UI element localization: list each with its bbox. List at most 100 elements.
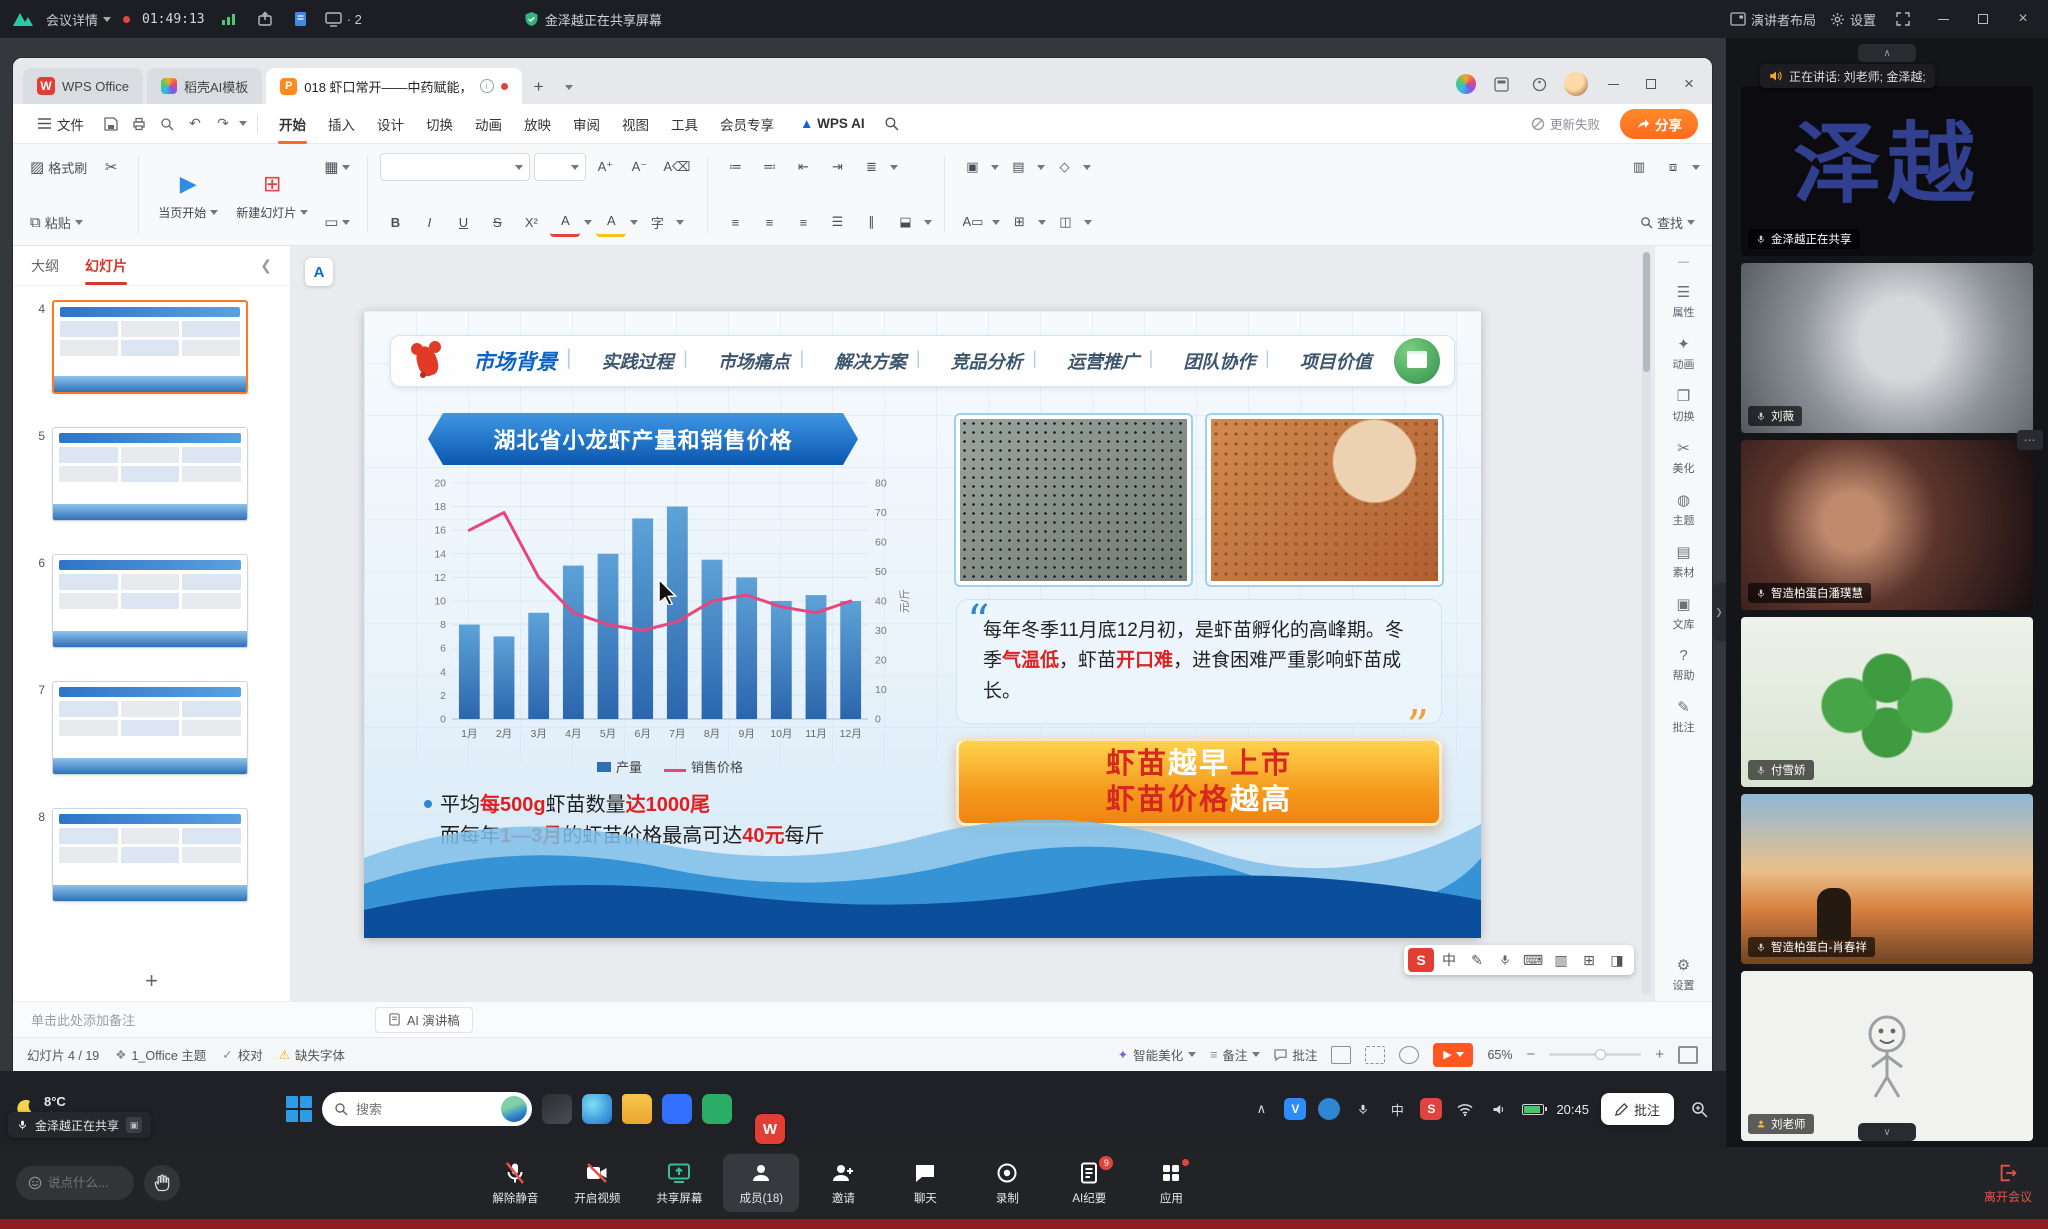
sidebar-item-0[interactable]: ☰属性 <box>1673 283 1695 320</box>
sidebar-item-settings[interactable]: ⚙设置 <box>1673 956 1695 993</box>
insert-table-button[interactable]: ⊞ <box>1004 207 1034 237</box>
italic-button[interactable]: I <box>414 207 444 237</box>
wps-restore-button[interactable] <box>1638 72 1664 96</box>
meeting-tray-icon[interactable]: V <box>1284 1098 1306 1120</box>
cut-button[interactable]: ✂ <box>96 152 126 182</box>
decrease-font-button[interactable]: A⁻ <box>624 152 654 182</box>
taskbar-app-folder[interactable] <box>622 1094 652 1124</box>
zoom-level[interactable]: 65% <box>1487 1048 1512 1062</box>
annotate-pill-button[interactable]: 批注 <box>1601 1093 1674 1125</box>
layout-button[interactable]: 演讲者布局 <box>1730 10 1816 29</box>
insert-shape-button[interactable]: ◇ <box>1049 152 1079 182</box>
tray-mic-icon[interactable] <box>1352 1098 1374 1120</box>
menu-wps-ai[interactable]: ▲ WPS AI <box>789 110 876 137</box>
participant-tile-3[interactable]: 付雪娇 <box>1741 617 2033 787</box>
print-icon[interactable] <box>127 112 151 136</box>
panel-scroll-down-button[interactable]: ∨ <box>1858 1123 1916 1141</box>
editing-canvas[interactable]: A 市场背景实践过程市场痛点解决方案竞品分析运营推广团队协作项目价值 湖北省小龙… <box>291 246 1654 1001</box>
keyboard-icon[interactable]: ⌨ <box>1520 948 1546 972</box>
slide-layout-button[interactable]: ▦ <box>319 152 355 182</box>
text-effect-button[interactable]: 字 <box>642 207 672 237</box>
slide-thumbnail[interactable] <box>52 554 248 648</box>
grid-icon[interactable]: ⊞ <box>1576 948 1602 972</box>
format-painter-button[interactable]: ▨格式刷 <box>25 152 92 182</box>
zoom-in-button[interactable]: + <box>1655 1046 1664 1063</box>
taskbar-app-photos[interactable] <box>542 1094 572 1124</box>
meeting-button-chat[interactable]: 聊天 <box>887 1154 963 1212</box>
close-button[interactable]: × <box>2010 8 2036 30</box>
slide-thumbnail[interactable] <box>52 300 248 394</box>
tab-list-button[interactable] <box>556 74 582 100</box>
menu-item-1[interactable]: 插入 <box>317 108 366 140</box>
slide-thumbnail[interactable] <box>52 427 248 521</box>
line-spacing-button[interactable]: ≣ <box>856 152 886 182</box>
slide-thumbnail-row[interactable]: 5 <box>23 427 280 521</box>
panel-collapse-icon[interactable]: ❮ <box>260 257 272 274</box>
slide-thumbnail-row[interactable]: 6 <box>23 554 280 648</box>
slide-thumbnail-row[interactable]: 7 <box>23 681 280 775</box>
assistant-tray-icon[interactable] <box>1318 1098 1340 1120</box>
clear-format-button[interactable]: A⌫ <box>658 152 695 182</box>
ribbon-search-icon[interactable] <box>880 112 904 136</box>
fullscreen-button[interactable] <box>1890 8 1916 30</box>
volume-icon[interactable] <box>1488 1098 1510 1120</box>
sidebar-item-4[interactable]: ◍主题 <box>1673 491 1695 528</box>
scrollbar-thumb[interactable] <box>1643 252 1650 372</box>
sidebar-item-5[interactable]: ▤素材 <box>1673 543 1695 580</box>
paste-button[interactable]: ⧉粘贴 <box>25 207 88 237</box>
magnifier-icon[interactable] <box>1686 1096 1712 1122</box>
meeting-button-mic-muted[interactable]: 解除静音 <box>477 1154 553 1212</box>
new-slide-button[interactable]: ⊞新建幻灯片 <box>235 152 309 237</box>
font-color-button[interactable]: A <box>550 207 580 237</box>
sidebar-item-6[interactable]: ▣文库 <box>1673 595 1695 632</box>
ai-colorful-icon[interactable] <box>1456 74 1476 94</box>
pen-icon[interactable]: ✎ <box>1464 948 1490 972</box>
taskbar-app-edge[interactable] <box>582 1094 612 1124</box>
ime-lang-icon[interactable]: 中 <box>1436 948 1462 972</box>
settings-button[interactable]: 设置 <box>1830 10 1876 29</box>
search-daily-image[interactable] <box>501 1096 527 1122</box>
meeting-button-camera-muted[interactable]: 开启视频 <box>559 1154 635 1212</box>
align-left-button[interactable]: ≡ <box>720 207 750 237</box>
meeting-button-ai-notes[interactable]: AI纪要9 <box>1051 1154 1127 1212</box>
network-signal-icon[interactable] <box>217 8 241 30</box>
collapse-ribbon-icon[interactable]: — <box>1678 256 1689 268</box>
proofread-button[interactable]: ✓校对 <box>222 1045 263 1064</box>
slide[interactable]: 市场背景实践过程市场痛点解决方案竞品分析运营推广团队协作项目价值 湖北省小龙虾产… <box>364 311 1481 938</box>
user-avatar[interactable] <box>1564 72 1588 96</box>
zoom-out-button[interactable]: − <box>1526 1046 1535 1063</box>
minimize-button[interactable] <box>1930 8 1956 30</box>
outdent-button[interactable]: ⇤ <box>788 152 818 182</box>
tab-wps-home[interactable]: WWPS Office <box>23 68 143 104</box>
search-input[interactable] <box>356 1102 493 1117</box>
justify-button[interactable]: ☰ <box>822 207 852 237</box>
beautify-button[interactable]: ✦智能美化 <box>1118 1045 1197 1064</box>
maximize-button[interactable] <box>1970 8 1996 30</box>
arrange-button[interactable]: ⧈ <box>1658 152 1688 182</box>
text-box-button[interactable]: A▭ <box>957 207 988 237</box>
slide-section-button[interactable]: ▭ <box>319 207 355 237</box>
tab-slides[interactable]: 幻灯片 <box>85 256 127 276</box>
align-right-button[interactable]: ≡ <box>788 207 818 237</box>
indent-button[interactable]: ⇥ <box>822 152 852 182</box>
document-icon[interactable] <box>289 8 313 30</box>
chat-input[interactable] <box>48 1176 118 1190</box>
participant-tile-2[interactable]: 智造柏蛋白潘璞慧 <box>1741 440 2033 610</box>
chat-input-pill[interactable] <box>16 1166 134 1200</box>
panel-collapse-handle[interactable]: ❯ <box>1712 583 1726 641</box>
menu-item-5[interactable]: 放映 <box>513 108 562 140</box>
screen-share-pill[interactable]: 金泽越正在共享 ▣ <box>8 1112 151 1138</box>
tab-outline[interactable]: 大纲 <box>31 256 59 276</box>
canvas-scrollbar[interactable] <box>1642 252 1651 995</box>
theme-indicator[interactable]: ❖1_Office 主题 <box>115 1045 206 1064</box>
sidebar-item-7[interactable]: ?帮助 <box>1673 647 1695 683</box>
update-failed-status[interactable]: 更新失败 <box>1531 114 1600 133</box>
leave-meeting-button[interactable]: 离开会议 <box>1984 1162 2032 1205</box>
preview-icon[interactable] <box>155 112 179 136</box>
sidebar-item-1[interactable]: ✦动画 <box>1673 335 1695 372</box>
slide-thumbnail[interactable] <box>52 808 248 902</box>
menu-item-2[interactable]: 设计 <box>366 108 415 140</box>
add-slide-button[interactable]: + <box>13 961 290 1001</box>
play-current-button[interactable]: ▶当页开始 <box>151 152 225 237</box>
bullet-list-button[interactable]: ≔ <box>720 152 750 182</box>
